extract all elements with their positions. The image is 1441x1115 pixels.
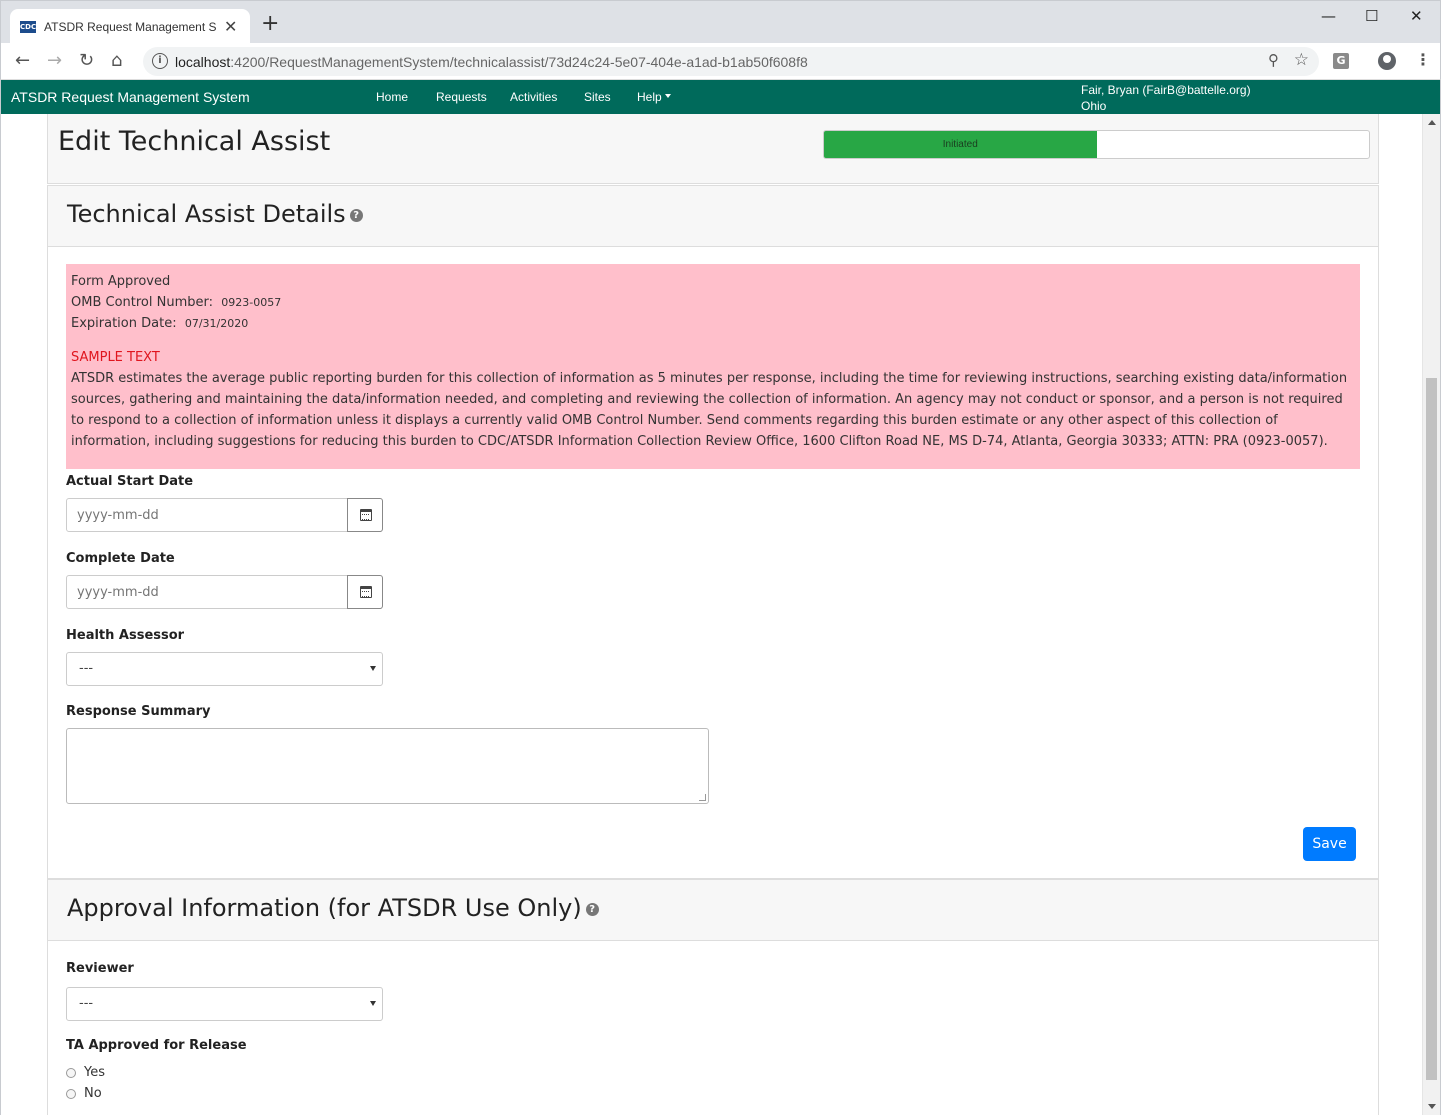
notice-omb: OMB Control Number: 0923-0057	[71, 292, 1355, 313]
reviewer-label: Reviewer	[66, 961, 134, 976]
nav-home[interactable]: Home	[376, 90, 408, 104]
forward-icon[interactable]: →	[47, 49, 62, 73]
page-scrollbar[interactable]	[1422, 114, 1440, 1115]
help-question-icon[interactable]: ?	[349, 208, 363, 222]
start-date-input[interactable]	[66, 498, 348, 532]
navbar-brand[interactable]: ATSDR Request Management System	[11, 89, 250, 105]
response-summary-textarea[interactable]	[66, 728, 709, 804]
page-content: Edit Technical Assist Initiated Technica…	[0, 114, 1441, 1115]
details-card: Technical Assist Details? Form Approved …	[47, 185, 1379, 879]
help-question-icon[interactable]: ?	[585, 902, 599, 916]
health-assessor-label: Health Assessor	[66, 628, 185, 643]
app-navbar: ATSDR Request Management System Home Req…	[0, 80, 1441, 114]
release-no-label: No	[84, 1086, 102, 1101]
complete-date-calendar-button[interactable]	[347, 575, 383, 609]
back-icon[interactable]: ←	[15, 49, 30, 73]
complete-date-label: Complete Date	[66, 551, 175, 566]
nav-sites[interactable]: Sites	[584, 90, 611, 104]
omb-label: OMB Control Number:	[71, 295, 213, 310]
start-date-label: Actual Start Date	[66, 474, 194, 489]
tab-title: ATSDR Request Management System	[44, 19, 216, 34]
reviewer-select[interactable]: ---	[66, 987, 383, 1021]
exp-label: Expiration Date:	[71, 316, 177, 331]
release-no-radio[interactable]: No	[66, 1086, 102, 1101]
start-date-group	[66, 498, 383, 532]
address-bar[interactable]: i localhost:4200/RequestManagementSystem…	[143, 47, 1319, 76]
nav-requests[interactable]: Requests	[436, 90, 487, 104]
release-label: TA Approved for Release	[66, 1038, 247, 1053]
exp-value: 07/31/2020	[184, 317, 249, 330]
extension-icon[interactable]: G	[1333, 53, 1349, 69]
zoom-icon[interactable]: ⚲	[1268, 51, 1279, 69]
menu-kebab-icon[interactable]: ⋮	[1415, 50, 1431, 69]
browser-tab[interactable]: CDC ATSDR Request Management System ✕	[10, 9, 250, 44]
radio-circle[interactable]	[66, 1088, 76, 1099]
notice-sample-text: SAMPLE TEXT	[71, 350, 160, 365]
details-card-header: Technical Assist Details?	[48, 186, 1378, 247]
status-progress-bar: Initiated	[824, 131, 1097, 158]
nav-help-label: Help	[637, 90, 662, 104]
maximize-icon[interactable]: ☐	[1365, 7, 1378, 25]
site-info-icon[interactable]: i	[152, 53, 168, 69]
cdc-favicon-icon: CDC	[20, 20, 37, 33]
browser-tab-strip: CDC ATSDR Request Management System ✕ + …	[0, 0, 1441, 44]
omb-value: 0923-0057	[221, 296, 282, 309]
approval-card-header: Approval Information (for ATSDR Use Only…	[48, 880, 1378, 941]
details-title: Technical Assist Details?	[67, 200, 363, 228]
caret-down-icon	[664, 94, 671, 99]
nav-help-dropdown[interactable]: Help	[637, 90, 671, 104]
omb-notice: Form Approved OMB Control Number: 0923-0…	[66, 264, 1360, 469]
approval-title: Approval Information (for ATSDR Use Only…	[67, 894, 599, 922]
complete-date-input[interactable]	[66, 575, 348, 609]
bookmark-star-icon[interactable]: ☆	[1294, 50, 1309, 70]
dropdown-arrow-icon	[370, 1001, 376, 1006]
close-window-icon[interactable]: ✕	[1410, 7, 1423, 25]
minimize-icon[interactable]: —	[1321, 7, 1336, 25]
new-tab-icon[interactable]: +	[261, 13, 279, 35]
reviewer-value: ---	[79, 996, 94, 1011]
details-title-text: Technical Assist Details	[67, 200, 346, 228]
notice-body: ATSDR estimates the average public repor…	[71, 371, 1348, 449]
browser-toolbar: ← → ↻ ⌂ i localhost:4200/RequestManageme…	[0, 43, 1441, 80]
approval-title-text: Approval Information (for ATSDR Use Only…	[67, 894, 582, 922]
radio-circle[interactable]	[66, 1067, 76, 1078]
response-summary-label: Response Summary	[66, 704, 211, 719]
profile-avatar-icon[interactable]	[1378, 52, 1396, 70]
calendar-icon	[360, 509, 372, 521]
calendar-icon	[360, 586, 372, 598]
url-text: localhost:4200/RequestManagementSystem/t…	[175, 54, 808, 70]
scrollbar-thumb[interactable]	[1426, 378, 1437, 1080]
release-yes-radio[interactable]: Yes	[66, 1065, 105, 1080]
reload-icon[interactable]: ↻	[79, 49, 94, 73]
home-icon[interactable]: ⌂	[111, 49, 122, 73]
page-header: Edit Technical Assist Initiated	[47, 114, 1379, 184]
complete-date-group	[66, 575, 383, 609]
release-yes-label: Yes	[84, 1065, 105, 1080]
notice-form-approved: Form Approved	[71, 274, 171, 289]
health-assessor-value: ---	[79, 661, 94, 676]
dropdown-arrow-icon	[370, 666, 376, 671]
approval-card: Approval Information (for ATSDR Use Only…	[47, 879, 1379, 1115]
user-info: Fair, Bryan (FairB@battelle.org) Ohio	[1081, 82, 1251, 114]
save-button[interactable]: Save	[1303, 827, 1356, 861]
scroll-up-icon[interactable]	[1428, 120, 1436, 125]
status-progress: Initiated	[823, 130, 1370, 159]
close-tab-icon[interactable]: ✕	[224, 17, 237, 36]
user-name: Fair, Bryan (FairB@battelle.org)	[1081, 83, 1251, 97]
scroll-down-icon[interactable]	[1428, 1104, 1436, 1109]
nav-activities[interactable]: Activities	[510, 90, 557, 104]
health-assessor-select[interactable]: ---	[66, 652, 383, 686]
user-state: Ohio	[1081, 99, 1107, 113]
page-title: Edit Technical Assist	[58, 126, 331, 157]
notice-expiration: Expiration Date: 07/31/2020	[71, 313, 1355, 334]
start-date-calendar-button[interactable]	[347, 498, 383, 532]
